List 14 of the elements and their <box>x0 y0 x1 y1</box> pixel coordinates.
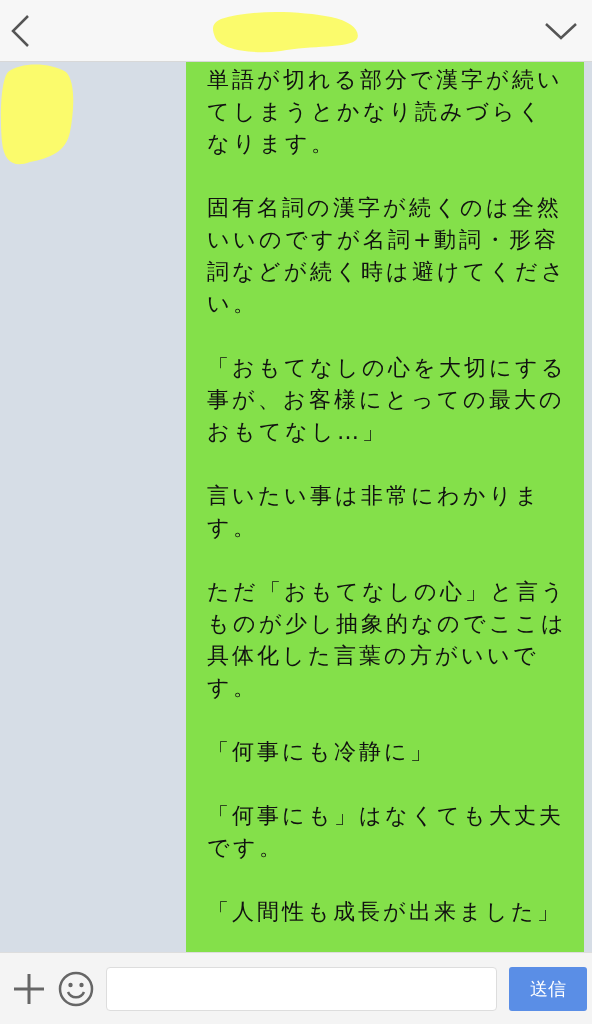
message-text: 固有名詞の漢字が続くのは全然いいのですが名詞+動詞・形容詞などが続く時は避けてください。 <box>207 194 567 318</box>
send-button[interactable]: 送信 <box>509 966 587 1011</box>
plus-icon[interactable] <box>12 971 46 1006</box>
message-text: ただ「おもてなしの心」と言うものが少し抽象的なのでここは具体化した言葉の方がいいです。 <box>207 578 567 702</box>
message-text: 「何事にも」はなくても大丈夫です。 <box>207 802 565 862</box>
chevron-down-icon[interactable] <box>544 20 578 41</box>
message-text: 「何事にも冷静に」 <box>207 738 436 766</box>
message-text: 「おもてなしの心を大切にする事が、お客様にとっての最大のおもてなし…」 <box>207 354 567 446</box>
message-input[interactable] <box>106 966 497 1011</box>
back-icon[interactable] <box>10 13 30 48</box>
message-text: 言いたい事は非常にわかります。 <box>207 482 542 542</box>
message-text: 「人間性も成長が出来ました」 <box>207 898 563 926</box>
message-text: 単語が切れる部分で漢字が続いてしまうとかなり読みづらくなります。 <box>207 66 564 158</box>
smiley-icon[interactable] <box>58 970 94 1007</box>
